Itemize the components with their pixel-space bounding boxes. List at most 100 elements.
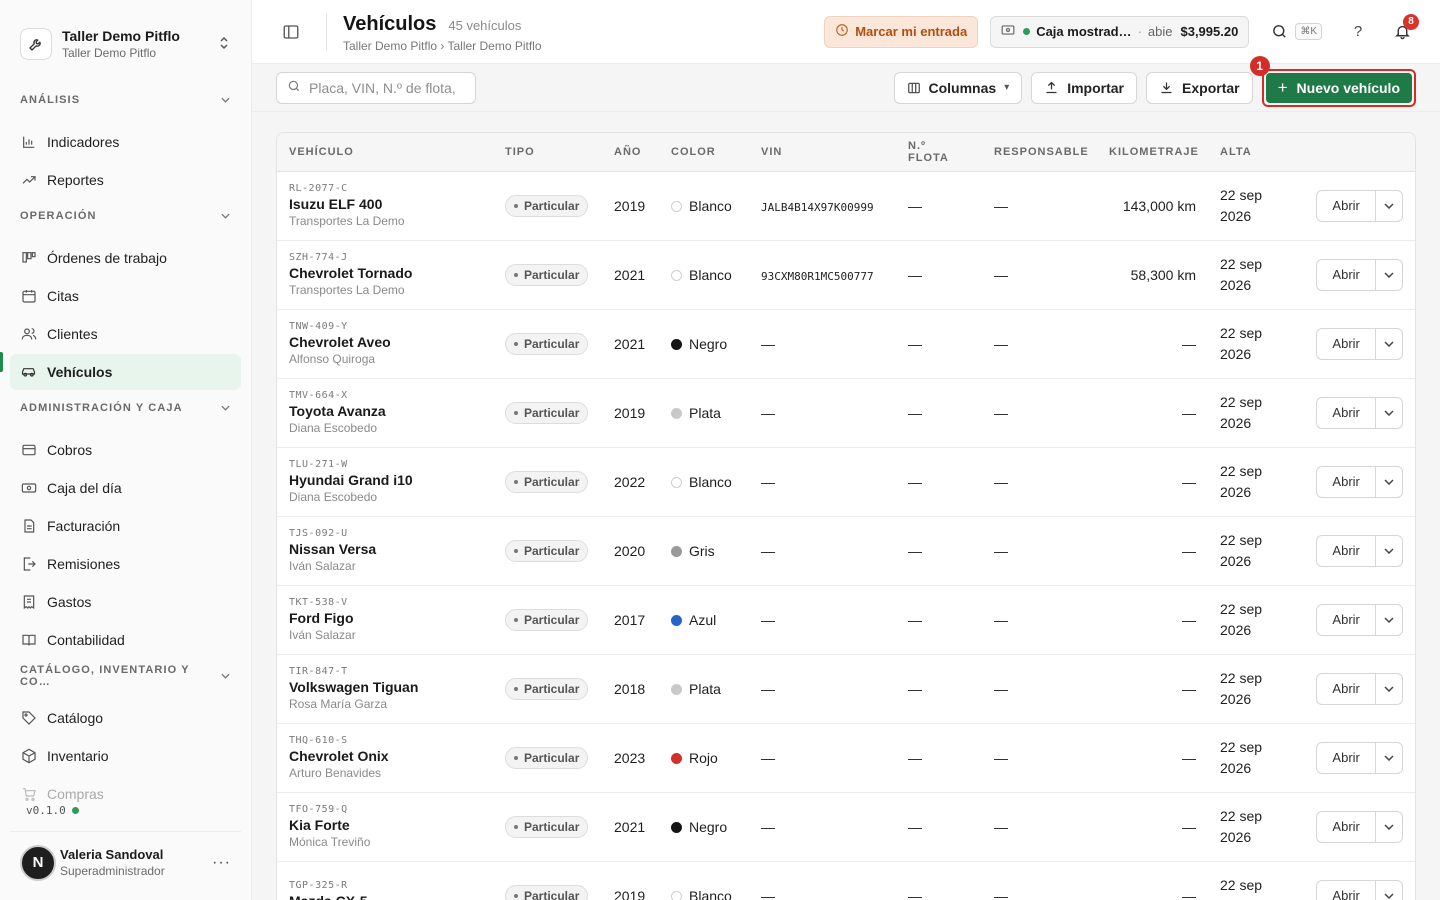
open-button[interactable]: Abrir: [1316, 603, 1376, 636]
sidebar-item-4-2[interactable]: Gastos: [10, 584, 241, 620]
chevron-down-icon[interactable]: [1375, 327, 1403, 360]
vehicle-name[interactable]: Chevrolet Aveo: [289, 334, 481, 350]
type-badge: Particular: [505, 815, 589, 838]
column-header[interactable]: N.º FLOTA: [896, 133, 982, 172]
vehicle-name[interactable]: Chevrolet Onix: [289, 748, 481, 764]
column-header[interactable]: COLOR: [659, 133, 749, 172]
open-button[interactable]: Abrir: [1316, 189, 1376, 222]
chevron-down-icon[interactable]: [1375, 672, 1403, 705]
sidebar-item-0-0[interactable]: Indicadores: [10, 124, 241, 160]
sidebar-item-0-1[interactable]: Órdenes de trabajo: [10, 240, 241, 276]
chevron-down-icon[interactable]: [1375, 258, 1403, 291]
vehicle-name[interactable]: Volkswagen Tiguan: [289, 679, 481, 695]
column-header[interactable]: AÑO: [602, 133, 659, 172]
search-box[interactable]: [276, 71, 476, 104]
column-header[interactable]: RESPONSABLE: [982, 133, 1097, 172]
vehicle-name[interactable]: Isuzu ELF 400: [289, 196, 481, 212]
search-input[interactable]: [309, 79, 459, 96]
nav-section-header[interactable]: ADMINISTRACIÓN Y CAJA: [0, 398, 251, 418]
search-shortcut: ⌘K: [1295, 23, 1322, 40]
open-button[interactable]: Abrir: [1316, 327, 1376, 360]
export-button[interactable]: Exportar: [1146, 71, 1253, 104]
vehicle-name[interactable]: Toyota Avanza: [289, 403, 481, 419]
open-button[interactable]: Abrir: [1316, 879, 1376, 900]
vehicle-name[interactable]: Mazda CX-5: [289, 893, 481, 900]
column-header[interactable]: VEHÍCULO: [277, 133, 493, 172]
chevron-down-icon[interactable]: [1375, 396, 1403, 429]
open-button[interactable]: Abrir: [1316, 465, 1376, 498]
table-row[interactable]: TKT-538-V Ford Figo Iván Salazar Particular…: [277, 585, 1415, 655]
chevron-down-icon[interactable]: [1375, 810, 1403, 843]
column-header[interactable]: ALTA: [1208, 133, 1304, 172]
vehicle-name[interactable]: Nissan Versa: [289, 541, 481, 557]
export-label: Exportar: [1182, 79, 1240, 96]
user-menu[interactable]: N Valeria Sandoval Superadministrador ··…: [10, 831, 241, 893]
nav-section-title: ANÁLISIS: [20, 94, 81, 106]
sidebar-item-1-0[interactable]: Reportes: [10, 162, 241, 198]
open-button[interactable]: Abrir: [1316, 741, 1376, 774]
color-label: Blanco: [689, 473, 732, 490]
vehicle-name[interactable]: Ford Figo: [289, 610, 481, 626]
sidebar-item-0-3[interactable]: Catálogo: [10, 700, 241, 736]
year-cell: 2021: [602, 309, 659, 379]
sidebar-item-2-2[interactable]: Facturación: [10, 508, 241, 544]
sidebar-toggle-icon[interactable]: [280, 21, 302, 43]
vehicle-cell: TMV-664-X Toyota Avanza Diana Escobedo: [277, 378, 493, 448]
table-row[interactable]: TJS-092-U Nissan Versa Iván Salazar Particu…: [277, 516, 1415, 586]
table-row[interactable]: RL-2077-C Isuzu ELF 400 Transportes La Dem…: [277, 171, 1415, 241]
import-button[interactable]: Importar: [1031, 71, 1138, 104]
sidebar-item-1-2[interactable]: Caja del día: [10, 470, 241, 506]
table-row[interactable]: THQ-610-S Chevrolet Onix Arturo Benavides P…: [277, 723, 1415, 793]
open-button[interactable]: Abrir: [1316, 810, 1376, 843]
chevron-down-icon[interactable]: [1375, 465, 1403, 498]
vehicle-name[interactable]: Kia Forte: [289, 817, 481, 833]
table-row[interactable]: TIR-847-T Volkswagen Tiguan Rosa María Gar…: [277, 654, 1415, 724]
open-button[interactable]: Abrir: [1316, 396, 1376, 429]
vehicle-name[interactable]: Hyundai Grand i10: [289, 472, 481, 488]
sidebar-item-1-3[interactable]: Inventario: [10, 738, 241, 774]
created-year: 2026: [1220, 552, 1252, 569]
workspace-subtitle: Taller Demo Pitflo: [62, 46, 157, 60]
table-row[interactable]: TMV-664-X Toyota Avanza Diana Escobedo Part…: [277, 378, 1415, 448]
nav-section-header[interactable]: CATÁLOGO, INVENTARIO Y CO…: [0, 664, 251, 688]
sidebar-item-1-1[interactable]: Citas: [10, 278, 241, 314]
workspace-switcher[interactable]: Taller Demo Pitflo Taller Demo Pitflo: [0, 0, 251, 70]
sidebar-item-3-1[interactable]: Vehículos: [10, 354, 241, 390]
open-button[interactable]: Abrir: [1316, 672, 1376, 705]
checkin-button[interactable]: Marcar mi entrada: [824, 15, 979, 48]
table-row[interactable]: TFO-759-Q Kia Forte Mónica Treviño Particul…: [277, 792, 1415, 862]
more-icon[interactable]: ···: [212, 854, 231, 872]
sidebar-item-5-2[interactable]: Contabilidad: [10, 622, 241, 658]
chevron-down-icon[interactable]: [1375, 189, 1403, 222]
column-header[interactable]: KILOMETRAJE: [1097, 133, 1208, 172]
responsible-cell: —: [982, 447, 1097, 517]
table-row[interactable]: TLU-271-W Hyundai Grand i10 Diana Escobedo…: [277, 447, 1415, 517]
vehicle-name[interactable]: Chevrolet Tornado: [289, 265, 481, 281]
columns-button[interactable]: Columnas ▾: [893, 71, 1023, 104]
table-row[interactable]: TNW-409-Y Chevrolet Aveo Alfonso Quiroga Pa…: [277, 309, 1415, 379]
help-icon[interactable]: ?: [1344, 18, 1372, 46]
open-button[interactable]: Abrir: [1316, 534, 1376, 567]
nav-section-header[interactable]: ANÁLISIS: [0, 90, 251, 110]
table-row[interactable]: TGP-325-R Mazda CX-5 Particular 2019 Blanco —…: [277, 861, 1415, 900]
column-header[interactable]: TIPO: [493, 133, 602, 172]
open-button[interactable]: Abrir: [1316, 258, 1376, 291]
table-row[interactable]: SZH-774-J Chevrolet Tornado Transportes La…: [277, 240, 1415, 310]
chevron-down-icon[interactable]: [1375, 741, 1403, 774]
sidebar-item-label: Reportes: [47, 172, 104, 188]
sidebar-item-3-2[interactable]: Remisiones: [10, 546, 241, 582]
receipt-icon: [20, 594, 37, 611]
chevron-down-icon[interactable]: [1375, 534, 1403, 567]
bell-icon[interactable]: 8: [1388, 13, 1419, 46]
column-header[interactable]: VIN: [749, 133, 896, 172]
nav-section-header[interactable]: OPERACIÓN: [0, 206, 251, 226]
chevron-down-icon[interactable]: [1375, 603, 1403, 636]
sidebar-item-label: Catálogo: [47, 710, 104, 726]
sidebar-item-0-2[interactable]: Cobros: [10, 432, 241, 468]
vehicle-cell: TLU-271-W Hyundai Grand i10 Diana Escobedo: [277, 447, 493, 517]
cash-register-selector[interactable]: Caja mostrad… · abie $3,995.20: [990, 15, 1250, 48]
new-vehicle-button[interactable]: + Nuevo vehículo: [1265, 72, 1412, 103]
chevron-down-icon[interactable]: [1375, 879, 1403, 900]
search-icon[interactable]: [1265, 18, 1293, 46]
sidebar-item-2-1[interactable]: Clientes: [10, 316, 241, 352]
